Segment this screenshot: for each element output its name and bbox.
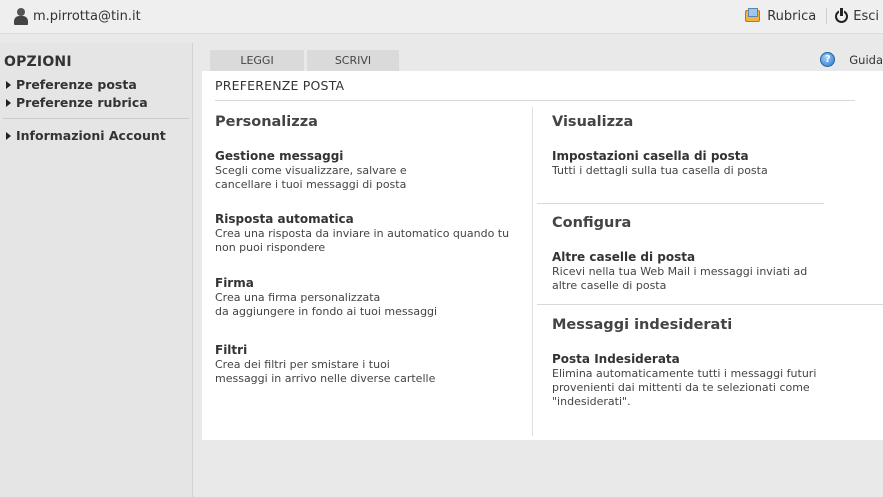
user-account: m.pirrotta@tin.it [13,8,141,25]
section-heading-messaggi-indesiderati: Messaggi indesiderati [552,317,733,333]
sidebar-divider [3,118,189,119]
top-separator [826,8,828,24]
help-label: Guida [849,52,883,67]
sidebar-item-informazioni-account[interactable]: Informazioni Account [6,128,166,143]
desc-impostazioni-casella: Tutti i dettagli sulla tua casella di po… [552,164,768,177]
link-risposta-automatica[interactable]: Risposta automatica [215,212,354,226]
sidebar-title: OPZIONI [4,54,72,70]
rubrica-label: Rubrica [767,8,817,24]
section-divider [537,304,883,305]
rubrica-button[interactable]: Rubrica [744,8,816,24]
sidebar-item-preferenze-posta[interactable]: Preferenze posta [6,77,137,92]
help-icon: ? [820,52,836,67]
desc-filtri: Crea dei filtri per smistare i tuoi mess… [215,358,436,385]
power-icon [835,8,849,23]
desc-risposta-automatica: Crea una risposta da inviare in automati… [215,227,510,254]
logout-label: Esci [853,8,879,24]
top-actions: Rubrica Esci [744,8,879,24]
desc-firma: Crea una firma personalizzata da aggiung… [215,291,438,318]
help-link[interactable]: ? Guida [820,52,883,67]
address-book-icon [744,8,762,24]
sidebar-item-label: Preferenze rubrica [16,95,148,110]
title-divider [215,100,855,101]
link-filtri[interactable]: Filtri [215,343,247,357]
triangle-right-icon [6,98,11,107]
link-gestione-messaggi[interactable]: Gestione messaggi [215,149,343,163]
link-impostazioni-casella[interactable]: Impostazioni casella di posta [552,149,749,163]
triangle-right-icon [6,80,11,89]
tab-leggi[interactable]: LEGGI [210,50,304,71]
desc-altre-caselle: Ricevi nella tua Web Mail i messaggi inv… [552,265,808,292]
page-title: PREFERENZE POSTA [215,78,345,93]
link-firma[interactable]: Firma [215,276,254,290]
desc-gestione-messaggi: Scegli come visualizzare, salvare e canc… [215,164,407,191]
tab-scrivi[interactable]: SCRIVI [307,50,399,71]
sidebar-item-label: Preferenze posta [16,77,137,92]
column-divider [532,107,533,436]
triangle-right-icon [6,131,11,140]
user-email: m.pirrotta@tin.it [33,9,141,24]
desc-posta-indesiderata: Elimina automaticamente tutti i messaggi… [552,367,817,408]
section-heading-configura: Configura [552,215,632,231]
sidebar-item-label: Informazioni Account [16,128,166,143]
link-altre-caselle[interactable]: Altre caselle di posta [552,250,695,264]
section-divider [537,203,824,204]
link-posta-indesiderata[interactable]: Posta Indesiderata [552,352,680,366]
sidebar: OPZIONI Preferenze posta Preferenze rubr… [0,43,193,497]
sidebar-item-preferenze-rubrica[interactable]: Preferenze rubrica [6,95,148,110]
section-heading-visualizza: Visualizza [552,114,634,130]
top-bar: m.pirrotta@tin.it Rubrica Esci [0,0,883,34]
preferences-panel: PREFERENZE POSTA Personalizza Gestione m… [202,71,883,440]
user-icon [13,8,29,25]
section-heading-personalizza: Personalizza [215,114,318,130]
logout-button[interactable]: Esci [835,8,879,24]
